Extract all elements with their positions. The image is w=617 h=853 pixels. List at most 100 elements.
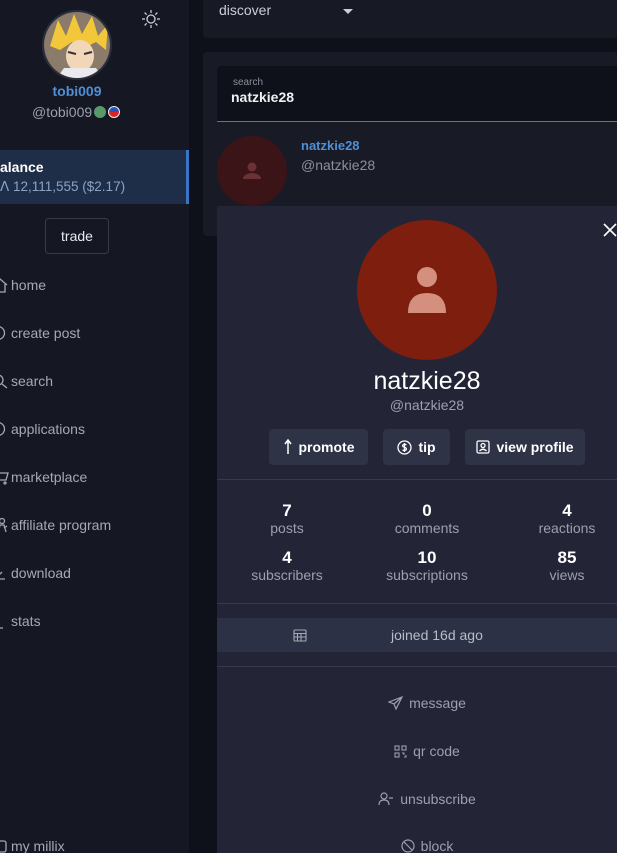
calendar-icon: [293, 628, 307, 642]
stat-subscribers: 4 subscribers: [232, 548, 342, 584]
nav-item-download[interactable]: download: [0, 561, 71, 585]
trade-button[interactable]: trade: [45, 218, 109, 254]
nav-label: marketplace: [11, 469, 88, 485]
stat-value: 7: [282, 501, 292, 520]
divider: [217, 666, 617, 667]
nav-label: download: [11, 565, 71, 581]
nav-label: search: [11, 373, 54, 389]
profile-handle: @natzkie28: [389, 397, 465, 413]
unsubscribe-label: unsubscribe: [400, 791, 476, 807]
stat-reactions: 4 reactions: [512, 501, 617, 537]
tip-button[interactable]: tip: [383, 429, 450, 465]
block-link[interactable]: block: [217, 838, 617, 853]
chart-icon: [0, 613, 9, 629]
grid-icon: [0, 421, 9, 437]
nav-item-search[interactable]: search: [0, 369, 53, 393]
user-handle: @tobi009: [32, 104, 93, 120]
verified-badge-icon: [94, 106, 107, 118]
wallet-icon: [0, 838, 9, 853]
stat-value: 0: [422, 501, 432, 520]
search-label: search: [233, 77, 264, 88]
people-icon: [0, 517, 9, 533]
result-avatar[interactable]: [217, 136, 287, 206]
main-content: discover search natzkie28 @natzkie28 nat…: [189, 0, 617, 853]
stat-label: reactions: [538, 520, 596, 536]
stat-label: subscribers: [251, 567, 323, 583]
profile-modal: natzkie28 @natzkie28 promote tip view pr…: [217, 206, 617, 853]
balance-panel[interactable]: alance ꓥ 12,111,555 ($2.17): [0, 150, 189, 204]
nav-item-marketplace[interactable]: marketplace: [0, 465, 87, 489]
profile-card-icon: [476, 440, 491, 454]
stat-value: 10: [417, 548, 437, 567]
top-bar: discover: [203, 0, 617, 38]
home-icon: [0, 277, 9, 293]
stat-label: posts: [270, 520, 304, 536]
send-icon: [388, 696, 404, 710]
stat-value: 85: [557, 548, 577, 567]
username[interactable]: tobi009: [0, 83, 154, 99]
nav-label: affiliate program: [11, 517, 112, 533]
result-handle: @natzkie28: [301, 157, 376, 173]
user-handle-row: @tobi009: [32, 104, 121, 120]
search-field[interactable]: search: [217, 66, 617, 122]
download-icon: [0, 565, 9, 581]
block-icon: [401, 839, 415, 853]
qr-code-label: qr code: [413, 743, 460, 759]
chevron-down-icon[interactable]: [343, 9, 353, 14]
qr-code-icon: [394, 744, 407, 758]
message-link[interactable]: message: [217, 695, 617, 711]
user-avatar[interactable]: [42, 10, 112, 80]
nav-item-stats[interactable]: stats: [0, 609, 41, 633]
flag-icon: [108, 106, 121, 118]
stat-comments: 0 comments: [372, 501, 482, 537]
joined-text: joined 16d ago: [391, 627, 483, 643]
search-input[interactable]: [231, 89, 611, 105]
nav-label: stats: [11, 613, 41, 629]
user-minus-icon: [378, 792, 394, 806]
search-icon: [0, 373, 9, 389]
nav-label: create post: [11, 325, 81, 341]
divider: [217, 603, 617, 604]
divider: [217, 479, 617, 480]
nav-item-affiliate-program[interactable]: affiliate program: [0, 513, 111, 537]
plus-circle-icon: [0, 325, 9, 341]
promote-label: promote: [298, 439, 355, 455]
nav-label: my millix: [11, 838, 65, 853]
discover-select[interactable]: discover: [219, 2, 271, 18]
nav-item-my-millix[interactable]: my millix: [0, 834, 65, 853]
qr-code-link[interactable]: qr code: [217, 743, 617, 759]
arrow-up-icon: [283, 439, 292, 454]
cart-icon: [0, 469, 9, 485]
promote-button[interactable]: promote: [269, 429, 368, 465]
stat-label: subscriptions: [386, 567, 468, 583]
stat-label: comments: [394, 520, 460, 536]
person-icon: [408, 267, 446, 313]
dollar-circle-icon: [397, 439, 413, 455]
theme-toggle-icon[interactable]: [141, 9, 161, 29]
joined-row: joined 16d ago: [217, 618, 617, 652]
unsubscribe-link[interactable]: unsubscribe: [217, 791, 617, 807]
profile-name: natzkie28: [373, 367, 481, 395]
close-icon[interactable]: [603, 223, 617, 237]
stat-value: 4: [282, 548, 292, 567]
stat-subscriptions: 10 subscriptions: [372, 548, 482, 584]
profile-avatar: [357, 220, 497, 360]
stat-value: 4: [562, 501, 572, 520]
stat-views: 85 views: [512, 548, 617, 584]
block-label: block: [420, 838, 454, 853]
view-profile-label: view profile: [496, 439, 574, 455]
stat-label: views: [549, 567, 585, 583]
nav-item-home[interactable]: home: [0, 273, 46, 297]
nav-item-create-post[interactable]: create post: [0, 321, 80, 345]
stat-posts: 7 posts: [232, 501, 342, 537]
balance-value: ꓥ 12,111,555 ($2.17): [0, 179, 126, 194]
sidebar: tobi009 @tobi009 alance ꓥ 12,111,555 ($2…: [0, 0, 189, 853]
message-label: message: [409, 695, 466, 711]
result-username[interactable]: natzkie28: [301, 138, 360, 153]
nav-label: applications: [11, 421, 85, 437]
tip-label: tip: [418, 439, 436, 455]
nav-item-applications[interactable]: applications: [0, 417, 85, 441]
nav-label: home: [11, 277, 47, 293]
view-profile-button[interactable]: view profile: [465, 429, 585, 465]
balance-title: alance: [0, 159, 44, 175]
